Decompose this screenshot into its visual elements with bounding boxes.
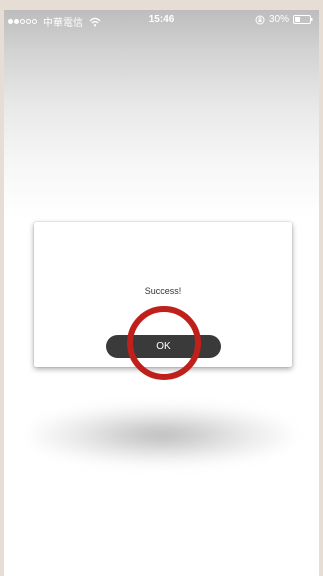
- battery-icon: [293, 15, 313, 24]
- blurred-content: [29, 405, 294, 465]
- phone-screen: 中華電信 15:46 30% Success! OK: [4, 10, 319, 576]
- highlight-circle-annotation: [127, 306, 201, 380]
- status-bar: 中華電信 15:46 30%: [4, 10, 319, 30]
- battery-percent: 30%: [268, 14, 289, 25]
- orientation-lock-icon: [255, 15, 265, 24]
- status-right: 30%: [255, 14, 313, 25]
- dialog-message: Success!: [144, 286, 182, 296]
